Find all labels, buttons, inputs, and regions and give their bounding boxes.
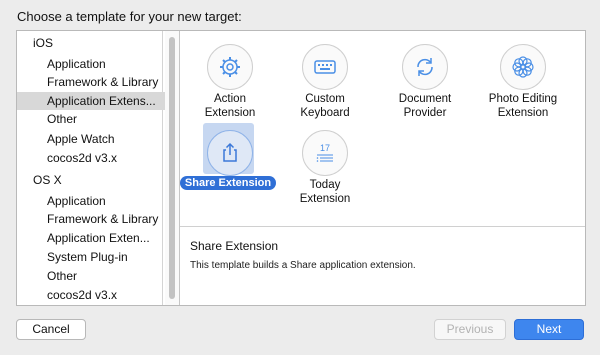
template-custom-keyboard[interactable]: Custom Keyboard [275, 36, 375, 126]
share-icon [207, 130, 253, 176]
template-label: Custom Keyboard [275, 92, 375, 120]
sidebar-item-osx-system-plugin[interactable]: System Plug-in [17, 248, 167, 266]
template-share-extension[interactable]: Share Extension [180, 122, 280, 212]
cancel-button[interactable]: Cancel [16, 319, 86, 340]
template-grid: Action Extension Custom Keyboard Documen… [180, 31, 585, 227]
sidebar-item-ios-framework-library[interactable]: Framework & Library [17, 73, 167, 91]
template-label: Today Extension [275, 178, 375, 206]
template-label-line1: Action [214, 93, 246, 105]
detail-description: This template builds a Share application… [190, 260, 416, 271]
template-label-line1: Photo Editing [488, 93, 558, 105]
template-label-line1: Today [309, 179, 341, 191]
sync-icon [402, 44, 448, 90]
template-detail-pane: Share Extension This template builds a S… [180, 227, 585, 305]
calendar-day: 17 [320, 143, 330, 153]
sidebar-item-ios-application-extension[interactable]: Application Extens... [17, 92, 167, 110]
sidebar-scrollbar-thumb[interactable] [169, 37, 175, 299]
sidebar-item-osx-application-extension[interactable]: Application Exten... [17, 229, 167, 247]
calendar-icon: 17 [302, 130, 348, 176]
dialog-title: Choose a template for your new target: [17, 9, 242, 24]
template-today-extension[interactable]: 17 Today Extension [275, 122, 375, 212]
flower-icon [500, 44, 546, 90]
sidebar-item-osx-framework-library[interactable]: Framework & Library [17, 210, 167, 228]
sidebar-item-osx-cocos2d[interactable]: cocos2d v3.x [17, 286, 167, 304]
sidebar-item-osx-application[interactable]: Application [17, 192, 167, 210]
sidebar-item-ios[interactable]: iOS [17, 34, 167, 52]
template-label-line1: Document [398, 93, 452, 105]
template-chooser-panel: iOS Application Framework & Library Appl… [16, 30, 586, 306]
platform-sidebar: iOS Application Framework & Library Appl… [17, 31, 167, 305]
template-label-line1: Custom [305, 93, 345, 105]
sidebar-item-ios-apple-watch[interactable]: Apple Watch [17, 130, 167, 148]
template-label-line2: Provider [403, 107, 447, 119]
detail-title: Share Extension [190, 239, 279, 253]
template-label-selected: Share Extension [180, 176, 276, 190]
previous-button[interactable]: Previous [434, 319, 506, 340]
template-label: Document Provider [375, 92, 475, 120]
template-photo-editing-extension[interactable]: Photo Editing Extension [473, 36, 573, 126]
template-label-line2: Extension [204, 107, 256, 119]
template-label: Action Extension [180, 92, 280, 120]
sidebar-item-ios-other[interactable]: Other [17, 110, 167, 128]
template-action-extension[interactable]: Action Extension [180, 36, 280, 126]
template-document-provider[interactable]: Document Provider [375, 36, 475, 126]
template-label-line2: Keyboard [300, 107, 350, 119]
keyboard-icon [302, 44, 348, 90]
template-label-line2: Extension [497, 107, 549, 119]
sidebar-item-ios-application[interactable]: Application [17, 55, 167, 73]
sidebar-item-ios-cocos2d[interactable]: cocos2d v3.x [17, 149, 167, 167]
sidebar-scrollbar[interactable] [165, 31, 180, 305]
next-button[interactable]: Next [514, 319, 584, 340]
sidebar-item-osx[interactable]: OS X [17, 171, 167, 189]
template-label-line2: Extension [299, 193, 351, 205]
template-label: Photo Editing Extension [473, 92, 573, 120]
sidebar-item-osx-other[interactable]: Other [17, 267, 167, 285]
gear-icon [207, 44, 253, 90]
